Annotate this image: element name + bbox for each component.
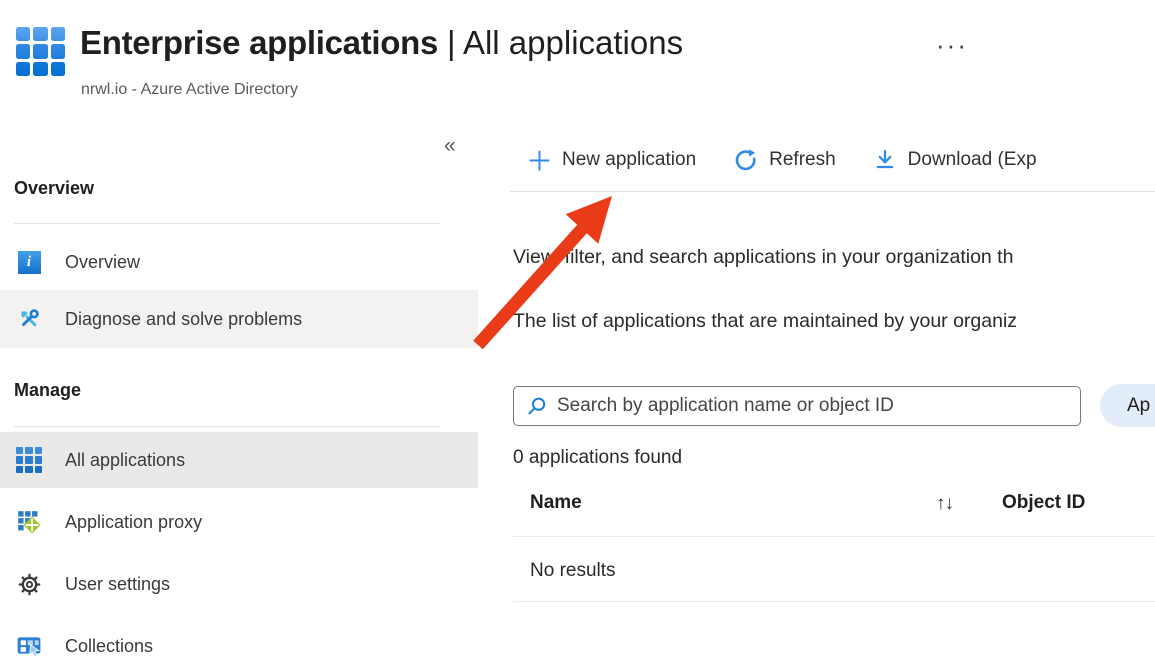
download-icon (873, 148, 897, 172)
info-icon: i (16, 251, 42, 274)
divider (513, 536, 1155, 537)
sidebar-item-overview[interactable]: i Overview (0, 236, 478, 288)
filter-pill-label: Ap (1127, 395, 1150, 417)
new-application-label: New application (562, 149, 696, 171)
plus-icon (528, 149, 551, 172)
more-options-icon[interactable]: ··· (936, 30, 968, 61)
refresh-label: Refresh (769, 149, 836, 171)
download-label: Download (Exp (908, 149, 1037, 171)
download-button[interactable]: Download (Exp (873, 148, 1037, 172)
refresh-button[interactable]: Refresh (733, 148, 836, 173)
sidebar-item-application-proxy[interactable]: Application proxy (0, 496, 478, 548)
search-input[interactable] (557, 395, 1037, 417)
sidebar-item-label: Overview (65, 252, 140, 273)
enterprise-applications-icon (16, 27, 65, 76)
section-header-overview: Overview (14, 178, 94, 199)
divider (14, 426, 440, 427)
divider (14, 223, 440, 224)
page-title: Enterprise applications| All application… (80, 24, 683, 62)
sidebar-item-collections[interactable]: Collections (0, 620, 478, 672)
command-bar: New application Refresh Download (Exp (528, 138, 1037, 182)
empty-table-text: No results (530, 560, 616, 582)
sidebar-item-user-settings[interactable]: User settings (0, 558, 478, 610)
sidebar-item-label: All applications (65, 450, 185, 471)
sidebar-item-label: Collections (65, 636, 153, 657)
column-header-name[interactable]: Name (530, 492, 582, 514)
description-line-1: View, filter, and search applications in… (513, 246, 1013, 269)
sidebar: « Overview i Overview Diagnose and solve… (0, 130, 478, 669)
description-line-2: The list of applications that are mainta… (513, 310, 1017, 333)
search-box (513, 386, 1081, 426)
sidebar-item-label: Application proxy (65, 512, 202, 533)
sidebar-item-all-applications[interactable]: All applications (0, 432, 478, 488)
refresh-icon (733, 148, 758, 173)
column-header-object-id[interactable]: Object ID (1002, 492, 1085, 514)
app-proxy-icon (16, 509, 42, 535)
application-type-filter-pill[interactable]: Ap (1100, 384, 1155, 427)
divider (513, 601, 1155, 602)
section-header-manage: Manage (14, 380, 81, 401)
gear-icon (16, 572, 42, 597)
sidebar-collapse-icon[interactable]: « (444, 134, 456, 158)
divider (510, 191, 1155, 192)
page-title-main: Enterprise applications (80, 24, 438, 61)
page-title-section: | All applications (447, 24, 683, 61)
results-count: 0 applications found (513, 447, 682, 469)
search-icon (526, 396, 547, 417)
collections-icon (16, 633, 42, 659)
new-application-button[interactable]: New application (528, 149, 696, 172)
main-content: New application Refresh Download (Exp Vi… (510, 130, 1155, 669)
sidebar-item-label: Diagnose and solve problems (65, 309, 302, 330)
grid-icon (16, 447, 42, 473)
sort-arrows-icon: ↑↓ (936, 493, 953, 515)
tools-icon (16, 306, 42, 332)
sidebar-item-label: User settings (65, 574, 170, 595)
directory-subtitle: nrwl.io - Azure Active Directory (81, 81, 298, 99)
sidebar-item-diagnose-and-solve-problems[interactable]: Diagnose and solve problems (0, 290, 478, 348)
